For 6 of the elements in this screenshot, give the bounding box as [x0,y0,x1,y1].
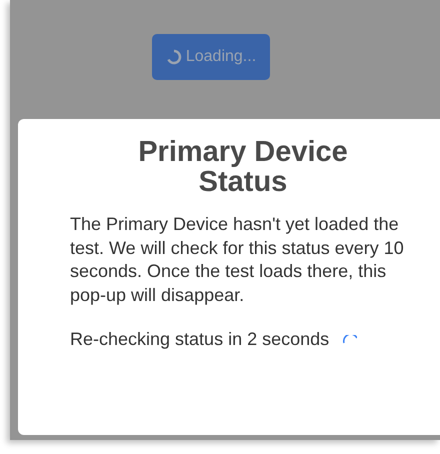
recheck-status-text: Re-checking status in 2 seconds [70,329,330,350]
spinner-icon [166,49,182,65]
spinner-icon [343,335,358,344]
loading-button[interactable]: Loading... [152,34,270,80]
dialog-title: Primary Device Status [137,137,349,197]
dialog-message: The Primary Device hasn't yet loaded the test. We will check for this status every 10 seconds. Once the test loads there, this pop-up will disappear. [70,213,405,307]
